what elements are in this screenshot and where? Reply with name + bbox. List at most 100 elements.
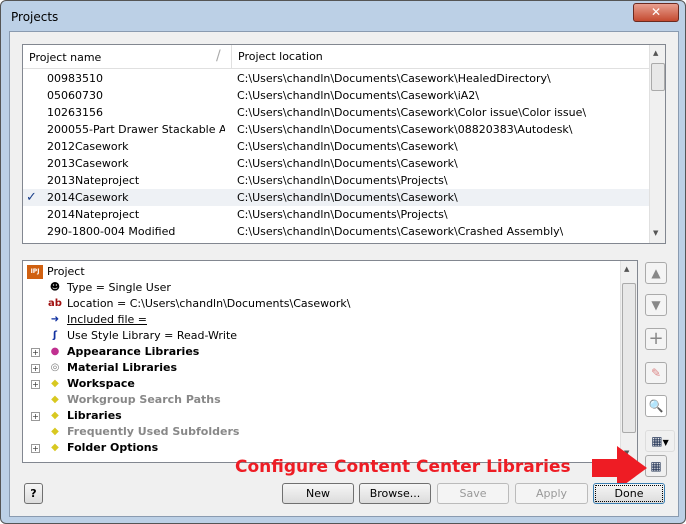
tree-item-label: Type = Single User: [67, 281, 171, 294]
scroll-up-arrow[interactable]: ▲: [653, 49, 658, 57]
tree-item[interactable]: ◎ Material Libraries: [47, 360, 177, 376]
project-name: 05060730: [47, 89, 103, 102]
add-path-button[interactable]: +: [645, 328, 667, 350]
tree-item[interactable]: ◆ Workgroup Search Paths: [47, 392, 221, 408]
material-icon: ◎: [47, 361, 63, 375]
up-arrow-icon: ▲: [651, 266, 661, 280]
expand-toggle[interactable]: +: [31, 348, 40, 357]
folder-icon: ◆: [47, 393, 63, 407]
project-location: C:\Users\chandln\Documents\Projects\: [237, 208, 448, 221]
scroll-down-arrow[interactable]: ▼: [653, 229, 658, 237]
close-button[interactable]: ✕: [633, 3, 679, 22]
tree-item-label: Libraries: [67, 409, 122, 422]
project-name: 00983510: [47, 72, 103, 85]
expand-toggle[interactable]: +: [31, 380, 40, 389]
table-row[interactable]: 200055-Part Drawer Stackable As... C:\Use…: [23, 121, 649, 138]
scroll-thumb[interactable]: [651, 63, 665, 91]
project-location: C:\Users\chandln\Documents\Casework\0882…: [237, 123, 573, 136]
column-project-location[interactable]: Project location: [231, 45, 323, 69]
table-row[interactable]: 2013Casework C:\Users\chandln\Documents\C…: [23, 155, 649, 172]
project-location: C:\Users\chandln\Documents\Casework\: [237, 140, 458, 153]
help-button[interactable]: ?: [24, 483, 43, 504]
move-down-button[interactable]: ▼: [645, 294, 667, 316]
configure-libraries-icon: ▦: [651, 434, 663, 448]
tree-item[interactable]: ʃ Use Style Library = Read-Write: [47, 328, 237, 344]
project-name: 2014Nateproject: [47, 208, 140, 221]
move-up-button[interactable]: ▲: [645, 262, 667, 284]
tree-item[interactable]: ◆ Frequently Used Subfolders: [47, 424, 239, 440]
ipj-icon: IPJ: [27, 265, 43, 279]
tree-item-label: Workspace: [67, 377, 135, 390]
configure-content-center-button[interactable]: ▦: [645, 455, 667, 477]
tree-item[interactable]: ◆ Libraries: [47, 408, 122, 424]
project-name: 2013Nateproject: [47, 174, 140, 187]
browse-button[interactable]: Browse...: [359, 483, 431, 504]
save-button[interactable]: Save: [437, 483, 509, 504]
project-name: 2012Casework: [47, 140, 129, 153]
project-location: C:\Users\chandln\Documents\Casework\Colo…: [237, 106, 587, 119]
apply-button[interactable]: Apply: [515, 483, 588, 504]
tree-item[interactable]: ◆ Folder Options: [47, 440, 158, 456]
project-name: 2013Casework: [47, 157, 129, 170]
project-name: 290-1800-004 Modified: [47, 225, 176, 238]
table-row[interactable]: 10263156 C:\Users\chandln\Documents\Casew…: [23, 104, 649, 121]
folder-icon: ◆: [47, 409, 63, 423]
project-name: 10263156: [47, 106, 103, 119]
list-scrollbar[interactable]: ▲ ▼: [649, 45, 665, 243]
project-settings-tree[interactable]: IPJ Project ☻ Type = Single User ab Location …: [22, 260, 638, 463]
tree-item[interactable]: ◆ Workspace: [47, 376, 135, 392]
scroll-thumb[interactable]: [622, 283, 636, 433]
active-check-icon: ✓: [26, 190, 37, 205]
tree-item-label: Included file =: [67, 313, 147, 326]
tree-item[interactable]: ➜ Included file =: [47, 312, 147, 328]
expand-toggle[interactable]: +: [31, 412, 40, 421]
style-library-icon: ʃ: [47, 329, 63, 343]
tree-item-label: Project: [47, 265, 85, 278]
tree-item[interactable]: ● Appearance Libraries: [47, 344, 199, 360]
column-project-name[interactable]: Project name: [29, 51, 101, 64]
window-title: Projects: [11, 10, 59, 24]
scroll-up-arrow[interactable]: ▲: [624, 265, 629, 273]
tree-item-label: Workgroup Search Paths: [67, 393, 221, 406]
table-row[interactable]: 2014Nateproject C:\Users\chandln\Document…: [23, 206, 649, 223]
project-location: C:\Users\chandln\Documents\Casework\: [237, 191, 458, 204]
folder-icon: ◆: [47, 441, 63, 455]
table-row[interactable]: 2013Nateproject C:\Users\chandln\Document…: [23, 172, 649, 189]
plus-icon: +: [648, 328, 664, 349]
pencil-icon: ✎: [650, 366, 662, 380]
project-name: 200055-Part Drawer Stackable As...: [47, 123, 225, 136]
table-row[interactable]: 2012Casework C:\Users\chandln\Documents\C…: [23, 138, 649, 155]
magnifier-icon: 🔍: [648, 399, 664, 413]
project-location: C:\Users\chandln\Documents\Casework\: [237, 157, 458, 170]
project-location: C:\Users\chandln\Documents\Casework\iA2\: [237, 89, 480, 102]
project-list[interactable]: Project name / Project location 00983510…: [22, 44, 666, 244]
tree-item[interactable]: IPJ Project: [27, 264, 85, 280]
find-button[interactable]: 🔍: [645, 395, 667, 417]
tree-item-label: Location = C:\Users\chandln\Documents\Ca…: [67, 297, 351, 310]
tree-item[interactable]: ab Location = C:\Users\chandln\Documents\…: [47, 296, 350, 312]
table-row[interactable]: ✓ 2014Casework C:\Users\chandln\Documents\…: [23, 189, 649, 206]
project-location: C:\Users\chandln\Documents\Casework\Cras…: [237, 225, 564, 238]
column-divider[interactable]: /: [216, 48, 221, 64]
included-file-icon: ➜: [47, 313, 63, 327]
edit-button[interactable]: ✎: [645, 362, 667, 384]
folder-icon: ◆: [47, 425, 63, 439]
user-type-icon: ☻: [47, 281, 63, 295]
options-dropdown-button[interactable]: ▦▼: [645, 430, 675, 452]
folder-icon: ◆: [47, 377, 63, 391]
table-row[interactable]: 00983510 C:\Users\chandln\Documents\Casew…: [23, 70, 649, 87]
tree-item[interactable]: ☻ Type = Single User: [47, 280, 171, 296]
appearance-icon: ●: [47, 345, 63, 359]
configure-libraries-icon: ▦: [650, 459, 662, 473]
done-button[interactable]: Done: [593, 483, 665, 504]
expand-toggle[interactable]: +: [31, 364, 40, 373]
table-row[interactable]: 05060730 C:\Users\chandln\Documents\Casew…: [23, 87, 649, 104]
tree-item-label: Frequently Used Subfolders: [67, 425, 240, 438]
annotation-label: Configure Content Center Libraries: [235, 457, 571, 477]
table-row[interactable]: 290-1800-004 Modified C:\Users\chandln\Do…: [23, 223, 649, 240]
tree-scrollbar[interactable]: ▲ ▼: [620, 261, 637, 462]
tree-item-label: Use Style Library = Read-Write: [67, 329, 238, 342]
down-arrow-icon: ▼: [651, 298, 661, 312]
new-button[interactable]: New: [282, 483, 354, 504]
expand-toggle[interactable]: +: [31, 444, 40, 453]
